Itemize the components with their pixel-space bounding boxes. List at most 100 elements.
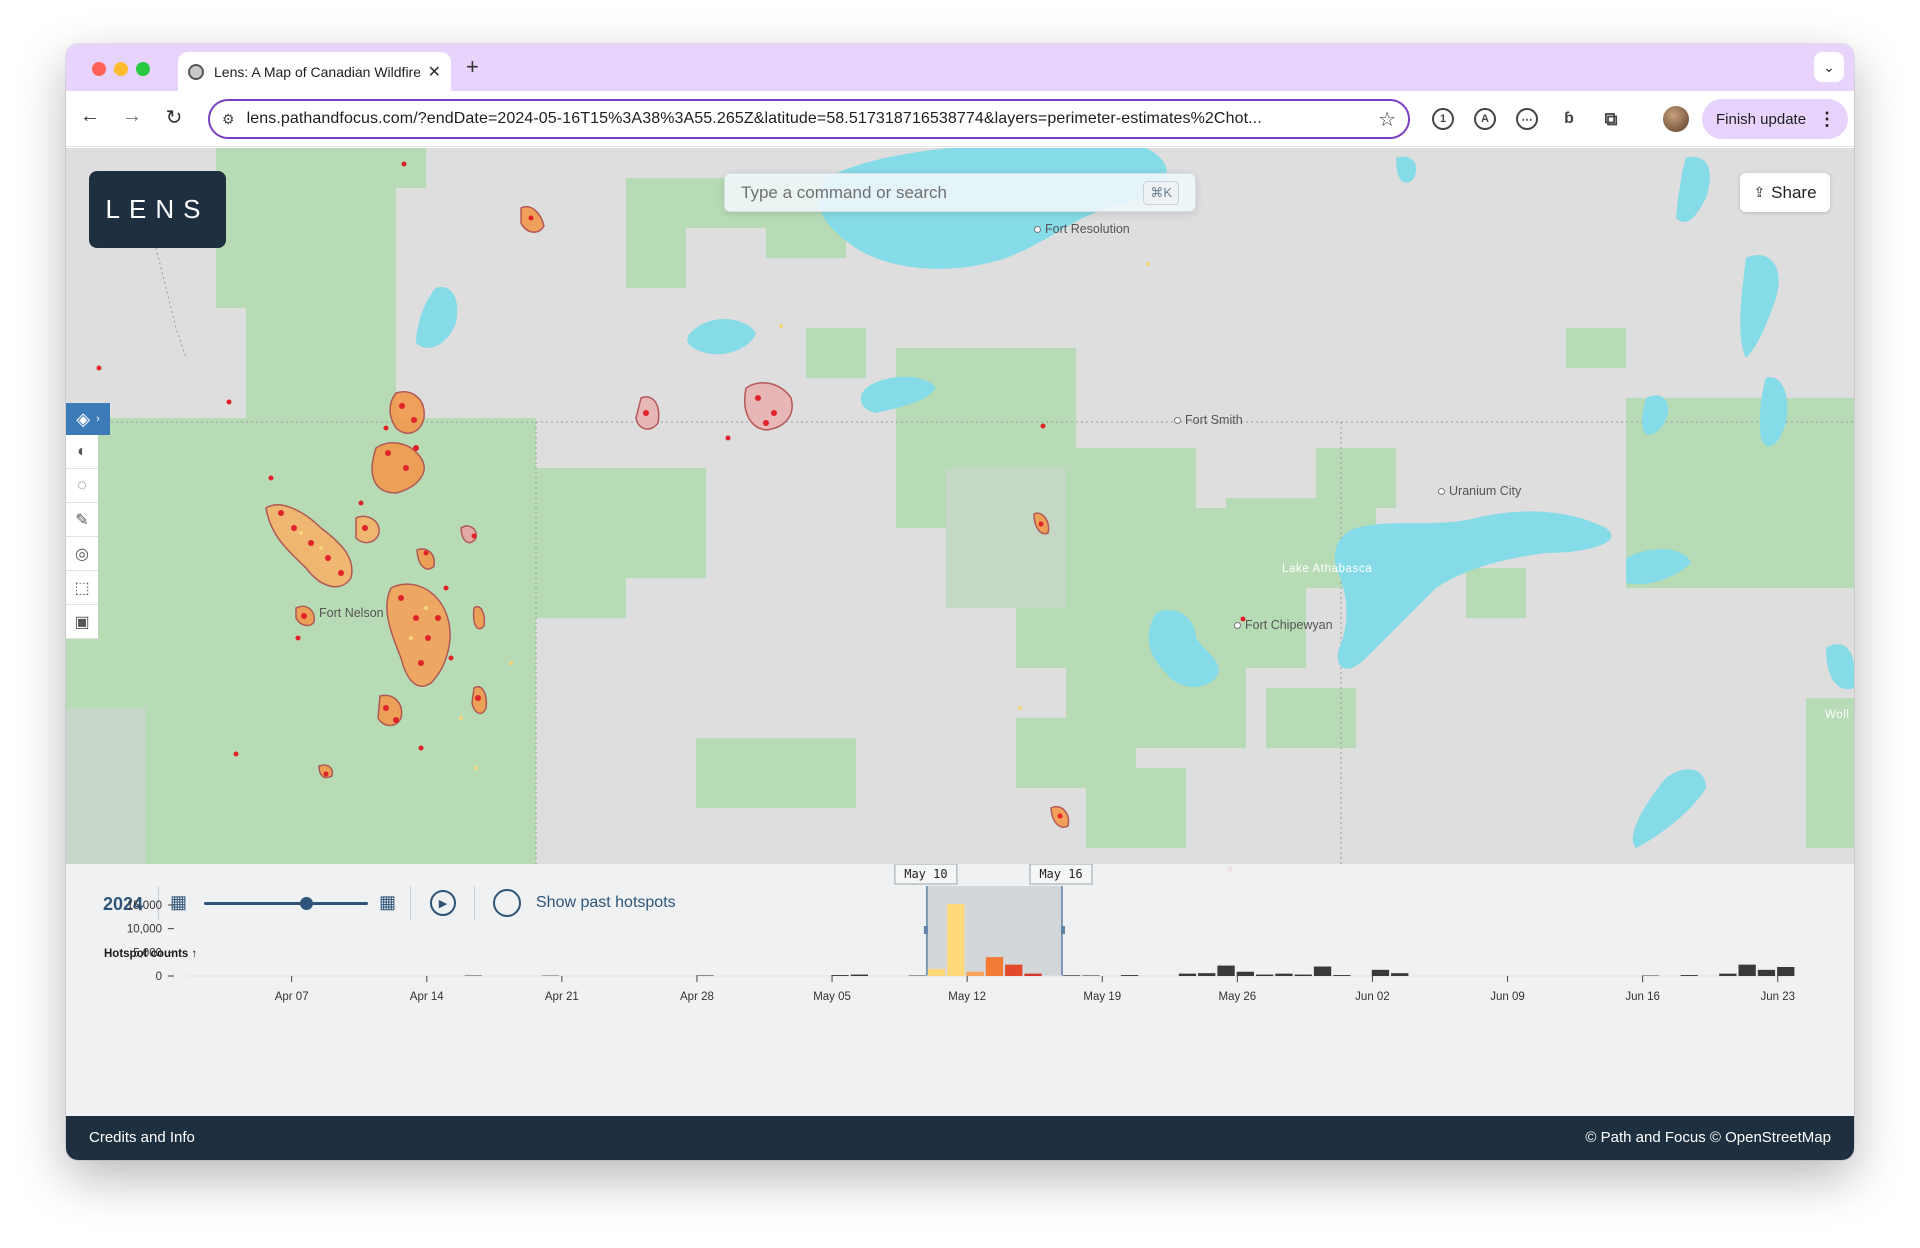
histogram-bar xyxy=(947,904,965,976)
timeline-panel: 2024 ▦ ▦ ▶ Show past hotspots Hotspot co… xyxy=(66,864,1854,1116)
histogram-bar xyxy=(1198,973,1216,976)
place-fort-resolution: Fort Resolution xyxy=(1034,222,1130,236)
finish-update-button[interactable]: Finish update ⋮ xyxy=(1702,99,1848,139)
histogram-bar xyxy=(1777,967,1795,976)
perimeter-icon: ◌ xyxy=(77,476,87,494)
browser-window: Lens: A Map of Canadian Wildfires ✕ + ⌄ … xyxy=(66,44,1854,1160)
close-icon[interactable]: ✕ xyxy=(428,62,441,82)
histogram-bar xyxy=(1738,964,1756,976)
layers-button[interactable]: ◈ › xyxy=(66,403,110,435)
shortcut-badge: ⌘K xyxy=(1143,180,1179,205)
copyright-text: © Path and Focus © OpenStreetMap xyxy=(1585,1129,1831,1146)
draw-button[interactable]: ✎ xyxy=(66,503,98,537)
arrow-left-icon: ← xyxy=(80,105,100,127)
lens-favicon-icon xyxy=(188,63,204,80)
extensions-puzzle-icon[interactable]: ⧉ xyxy=(1600,108,1622,130)
range-start-label: May 10 xyxy=(904,867,947,881)
pin-button[interactable]: ◎ xyxy=(66,537,98,571)
lens-logo[interactable]: LENS xyxy=(89,171,226,248)
chevron-right-icon: › xyxy=(96,413,100,425)
histogram-bar xyxy=(1294,974,1312,976)
reload-icon: ↻ xyxy=(165,107,183,129)
x-tick-label: Jun 23 xyxy=(1760,991,1795,1003)
histogram-bar xyxy=(1256,974,1274,976)
x-tick-label: Jun 09 xyxy=(1490,991,1525,1003)
histogram-bar xyxy=(1719,973,1737,976)
edge-place-label: Woll xyxy=(1825,709,1850,721)
x-tick-label: Apr 28 xyxy=(680,991,714,1003)
url-text: lens.pathandfocus.com/?endDate=2024-05-1… xyxy=(246,110,1262,127)
x-tick-label: Jun 16 xyxy=(1625,991,1660,1003)
histogram-bar xyxy=(1371,969,1390,976)
histogram-bar xyxy=(1120,975,1139,976)
histogram-bar xyxy=(1757,969,1776,976)
tab-strip: Lens: A Map of Canadian Wildfires ✕ + ⌄ xyxy=(66,44,1854,91)
extension-feather-icon[interactable]: ɓ xyxy=(1558,108,1580,130)
x-tick-label: Apr 21 xyxy=(545,991,579,1003)
histogram-bar xyxy=(1236,971,1254,976)
share-icon: ⇪ xyxy=(1753,184,1766,200)
address-bar[interactable]: ⚙ lens.pathandfocus.com/?endDate=2024-05… xyxy=(208,99,1410,139)
wind-icon: ◐ xyxy=(77,442,87,460)
share-button[interactable]: ⇪ Share xyxy=(1740,173,1830,212)
range-start-handle xyxy=(923,926,928,934)
histogram-bar xyxy=(696,975,714,976)
back-button[interactable]: ← xyxy=(76,105,104,128)
histogram-bar xyxy=(1217,965,1235,976)
y-tick-label: 0 xyxy=(156,971,162,983)
active-tab[interactable]: Lens: A Map of Canadian Wildfires ✕ xyxy=(178,52,451,91)
y-tick-label: 15,000 xyxy=(127,900,162,912)
new-tab-button[interactable]: + xyxy=(466,54,479,80)
frame-button[interactable]: ▣ xyxy=(66,605,98,639)
tab-title: Lens: A Map of Canadian Wildfires xyxy=(214,63,420,80)
range-end-label: May 16 xyxy=(1039,867,1082,881)
extension-dots-icon[interactable]: ⋯ xyxy=(1516,108,1538,130)
command-search[interactable]: ⌘K xyxy=(724,173,1196,212)
histogram-bar xyxy=(850,974,868,976)
maximize-window-button[interactable] xyxy=(136,62,150,76)
profile-avatar[interactable] xyxy=(1663,106,1689,132)
more-menu-icon: ⋮ xyxy=(1818,108,1836,129)
place-fort-smith: Fort Smith xyxy=(1174,413,1243,427)
x-tick-label: Jun 02 xyxy=(1355,991,1390,1003)
forward-button[interactable]: → xyxy=(118,105,146,128)
tab-search-button[interactable]: ⌄ xyxy=(1814,52,1844,82)
extension-1password-icon[interactable]: 1 xyxy=(1432,108,1454,130)
place-uranium-city: Uranium City xyxy=(1438,484,1521,498)
select-button[interactable]: ⬚ xyxy=(66,571,98,605)
histogram-bar xyxy=(1005,964,1023,976)
close-window-button[interactable] xyxy=(92,62,106,76)
wind-button[interactable]: ◐ xyxy=(66,435,98,469)
x-tick-label: May 19 xyxy=(1083,991,1121,1003)
arrow-right-icon: → xyxy=(122,105,142,127)
map-tool-rail: ◈ › ◐ ◌ ✎ ◎ ⬚ ▣ xyxy=(66,403,110,639)
extension-a-icon[interactable]: A xyxy=(1474,108,1496,130)
y-tick-label: 10,000 xyxy=(127,924,162,936)
bookmark-star-icon[interactable]: ☆ xyxy=(1378,107,1396,132)
histogram-bar xyxy=(1178,973,1197,976)
histogram-bar xyxy=(1024,973,1042,976)
reload-button[interactable]: ↻ xyxy=(160,105,188,130)
minimize-window-button[interactable] xyxy=(114,62,128,76)
x-tick-label: May 12 xyxy=(948,991,986,1003)
y-tick-label: 5,000 xyxy=(133,947,162,959)
histogram-bar xyxy=(1391,973,1409,976)
finish-update-label: Finish update xyxy=(1716,110,1807,128)
place-fort-nelson: Fort Nelson xyxy=(319,606,384,620)
map-canvas[interactable]: LENS ⌘K ⇪ Share ◈› ◐ ◌ ✎ ◎ ⬚ ▣ Fort Reso… xyxy=(66,148,1854,1116)
chevron-down-icon: ⌄ xyxy=(1823,58,1835,75)
histogram-bar xyxy=(831,975,849,976)
x-tick-label: Apr 14 xyxy=(410,991,444,1003)
credits-link[interactable]: Credits and Info xyxy=(89,1129,195,1146)
place-fort-chipewyan: Fort Chipewyan xyxy=(1234,618,1333,632)
x-tick-label: May 26 xyxy=(1218,991,1256,1003)
search-input[interactable] xyxy=(741,182,1144,203)
range-end-handle xyxy=(1061,926,1065,934)
perimeter-button[interactable]: ◌ xyxy=(66,469,98,503)
histogram-bar xyxy=(1333,975,1351,976)
x-tick-label: Apr 07 xyxy=(275,991,309,1003)
histogram-bar xyxy=(1313,966,1332,976)
site-info-icon[interactable]: ⚙ xyxy=(222,111,235,128)
histogram-bar xyxy=(1680,975,1698,976)
hotspot-histogram[interactable]: May 10 May 16 15,000 10,000 5,000 0 Apr 07 Apr … xyxy=(66,864,1854,1034)
